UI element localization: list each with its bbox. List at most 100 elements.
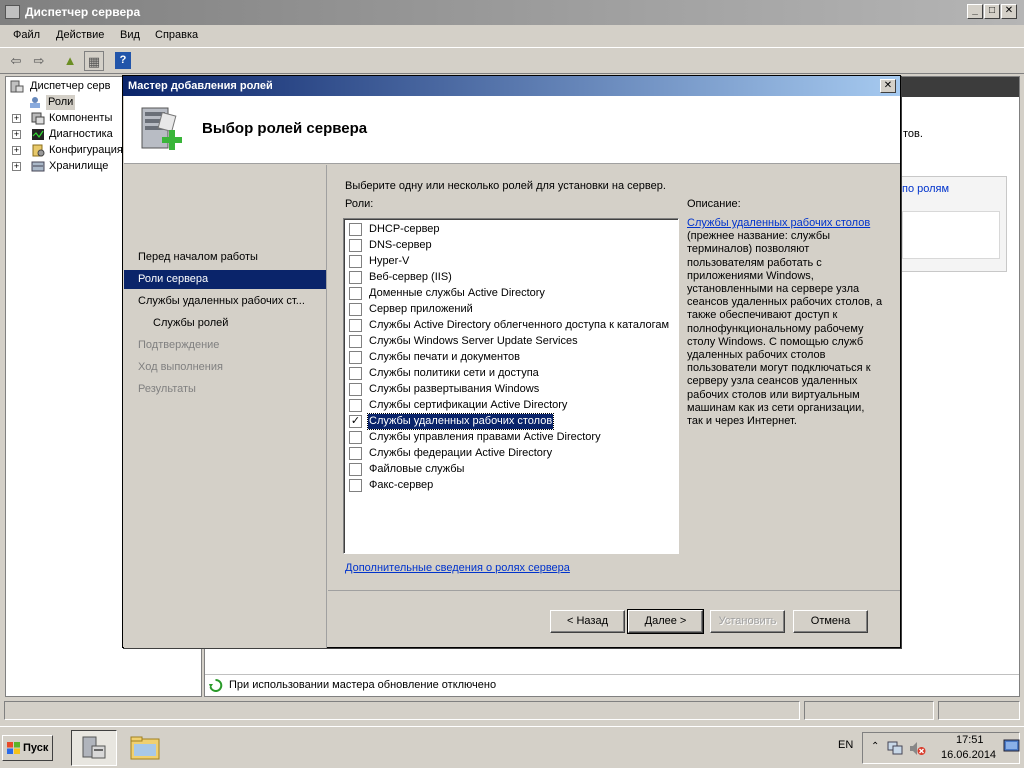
role-checkbox[interactable] — [349, 271, 362, 284]
role-checkbox[interactable] — [349, 431, 362, 444]
up-folder-icon[interactable]: ▲ — [60, 51, 80, 71]
role-checkbox[interactable] — [349, 383, 362, 396]
role-checkbox[interactable] — [349, 255, 362, 268]
role-item-wsus[interactable]: Службы Windows Server Update Services — [348, 333, 674, 349]
minimize-button[interactable]: _ — [967, 4, 983, 19]
role-item-dhcp[interactable]: DHCP-сервер — [348, 221, 674, 237]
nav-remote-desktop-services[interactable]: Службы удаленных рабочих ст... — [124, 292, 326, 311]
configuration-icon — [32, 144, 45, 157]
start-button[interactable]: Пуск — [2, 735, 53, 761]
refresh-icon — [209, 679, 223, 692]
role-checkbox[interactable] — [349, 335, 362, 348]
role-checkbox[interactable] — [349, 319, 362, 332]
show-hide-tree-icon[interactable]: ▦ — [84, 51, 104, 71]
role-checkbox[interactable] — [349, 303, 362, 316]
show-desktop-icon[interactable] — [1003, 739, 1020, 754]
server-manager-icon — [5, 5, 20, 19]
back-button[interactable]: < Назад — [550, 610, 625, 633]
windows-logo-icon — [7, 742, 20, 754]
role-checkbox[interactable] — [349, 447, 362, 460]
back-arrow-icon[interactable]: ⇦ — [6, 51, 26, 71]
nav-role-services[interactable]: Службы ролей — [124, 314, 326, 333]
role-item-iis[interactable]: Веб-сервер (IIS) — [348, 269, 674, 285]
close-button[interactable]: ✕ — [1001, 4, 1017, 19]
role-item-npas[interactable]: Службы политики сети и доступа — [348, 365, 674, 381]
role-item-ad-ds[interactable]: Доменные службы Active Directory — [348, 285, 674, 301]
description-label: Описание: — [687, 198, 741, 210]
start-label: Пуск — [23, 742, 49, 754]
role-item-dns[interactable]: DNS-сервер — [348, 237, 674, 253]
role-checkbox[interactable] — [349, 399, 362, 412]
roles-summary-link[interactable]: по ролям — [902, 183, 949, 195]
server-add-icon — [141, 107, 182, 150]
menu-help[interactable]: Справка — [155, 29, 198, 41]
role-checkbox[interactable] — [349, 223, 362, 236]
main-statusbar — [4, 701, 1020, 721]
menu-action[interactable]: Действие — [56, 29, 104, 41]
wizard-steps-nav: Перед началом работы Роли сервера Службы… — [124, 165, 327, 648]
clock-date[interactable]: 16.06.2014 — [941, 749, 996, 761]
dialog-title: Мастер добавления ролей — [128, 80, 273, 92]
dialog-heading: Выбор ролей сервера — [202, 120, 368, 137]
main-titlebar[interactable]: Диспетчер сервера _ □ ✕ — [0, 0, 1024, 25]
role-checkbox[interactable] — [349, 351, 362, 364]
forward-arrow-icon[interactable]: ⇨ — [29, 51, 49, 71]
content-inner-box — [902, 211, 1000, 259]
expand-icon[interactable]: + — [12, 130, 21, 139]
menu-view[interactable]: Вид — [120, 29, 140, 41]
role-item-rds[interactable]: ✓ Службы удаленных рабочих столов — [348, 413, 674, 430]
refresh-status-text: При использовании мастера обновление отк… — [229, 679, 497, 691]
volume-muted-icon[interactable] — [909, 741, 926, 756]
clock-time[interactable]: 17:51 — [956, 734, 984, 746]
expand-icon[interactable]: + — [12, 114, 21, 123]
help-icon[interactable]: ? — [115, 52, 131, 69]
nav-confirmation: Подтверждение — [138, 339, 220, 351]
role-item-ad-rms[interactable]: Службы управления правами Active Directo… — [348, 429, 674, 445]
role-item-ad-lds[interactable]: Службы Active Directory облегченного дос… — [348, 317, 674, 333]
nav-server-roles[interactable]: Роли сервера — [124, 270, 326, 289]
taskbar-server-manager[interactable] — [71, 730, 117, 766]
more-info-link[interactable]: Дополнительные сведения о ролях сервера — [345, 562, 570, 574]
add-roles-wizard-dialog: Мастер добавления ролей ✕ Выбор ролей се… — [122, 75, 901, 648]
taskbar-explorer[interactable] — [122, 730, 168, 766]
menu-file[interactable]: Файл — [13, 29, 40, 41]
role-item-fax[interactable]: Факс-сервер — [348, 477, 674, 493]
roles-checklist[interactable]: DHCP-сервер DNS-сервер Hyper-V Веб-серве… — [343, 218, 679, 554]
menubar: Файл Действие Вид Справка — [0, 25, 1024, 47]
dialog-footer: < Назад Далее > Установить Отмена — [328, 590, 900, 648]
role-item-ad-cs[interactable]: Службы сертификации Active Directory — [348, 397, 674, 413]
content-roles-box: по ролям — [895, 176, 1007, 272]
taskbar: Пуск EN ⌃ 17:51 16.06.2014 — [0, 726, 1024, 768]
roles-label: Роли: — [345, 198, 374, 210]
nav-before-you-begin[interactable]: Перед началом работы — [124, 248, 326, 267]
expand-icon[interactable]: + — [12, 162, 21, 171]
statusbar-pane-1 — [4, 701, 800, 720]
role-item-hyper-v[interactable]: Hyper-V — [348, 253, 674, 269]
maximize-button[interactable]: □ — [984, 4, 1000, 19]
role-item-ad-fs[interactable]: Службы федерации Active Directory — [348, 445, 674, 461]
description-text: (прежнее название: службы терминалов) по… — [687, 230, 883, 428]
dialog-header: Выбор ролей сервера — [124, 96, 900, 164]
server-manager-icon — [10, 80, 24, 93]
diagnostics-icon — [32, 129, 44, 140]
cancel-button[interactable]: Отмена — [793, 610, 868, 633]
role-checkbox[interactable] — [349, 239, 362, 252]
role-checkbox[interactable] — [349, 367, 362, 380]
role-checkbox[interactable] — [349, 287, 362, 300]
role-checkbox-checked[interactable]: ✓ — [349, 415, 362, 428]
language-indicator[interactable]: EN — [838, 739, 853, 751]
network-icon[interactable] — [887, 741, 903, 756]
role-item-print[interactable]: Службы печати и документов — [348, 349, 674, 365]
role-item-wds[interactable]: Службы развертывания Windows — [348, 381, 674, 397]
description-link[interactable]: Службы удаленных рабочих столов — [687, 217, 870, 229]
role-item-file-services[interactable]: Файловые службы — [348, 461, 674, 477]
role-item-app-server[interactable]: Сервер приложений — [348, 301, 674, 317]
role-checkbox[interactable] — [349, 479, 362, 492]
expand-icon[interactable]: + — [12, 146, 21, 155]
dialog-titlebar[interactable]: Мастер добавления ролей ✕ — [123, 76, 900, 96]
role-checkbox[interactable] — [349, 463, 362, 476]
next-button[interactable]: Далее > — [627, 609, 704, 634]
install-button: Установить — [710, 610, 785, 633]
dialog-close-button[interactable]: ✕ — [880, 79, 896, 93]
show-hidden-icons[interactable]: ⌃ — [871, 741, 879, 752]
